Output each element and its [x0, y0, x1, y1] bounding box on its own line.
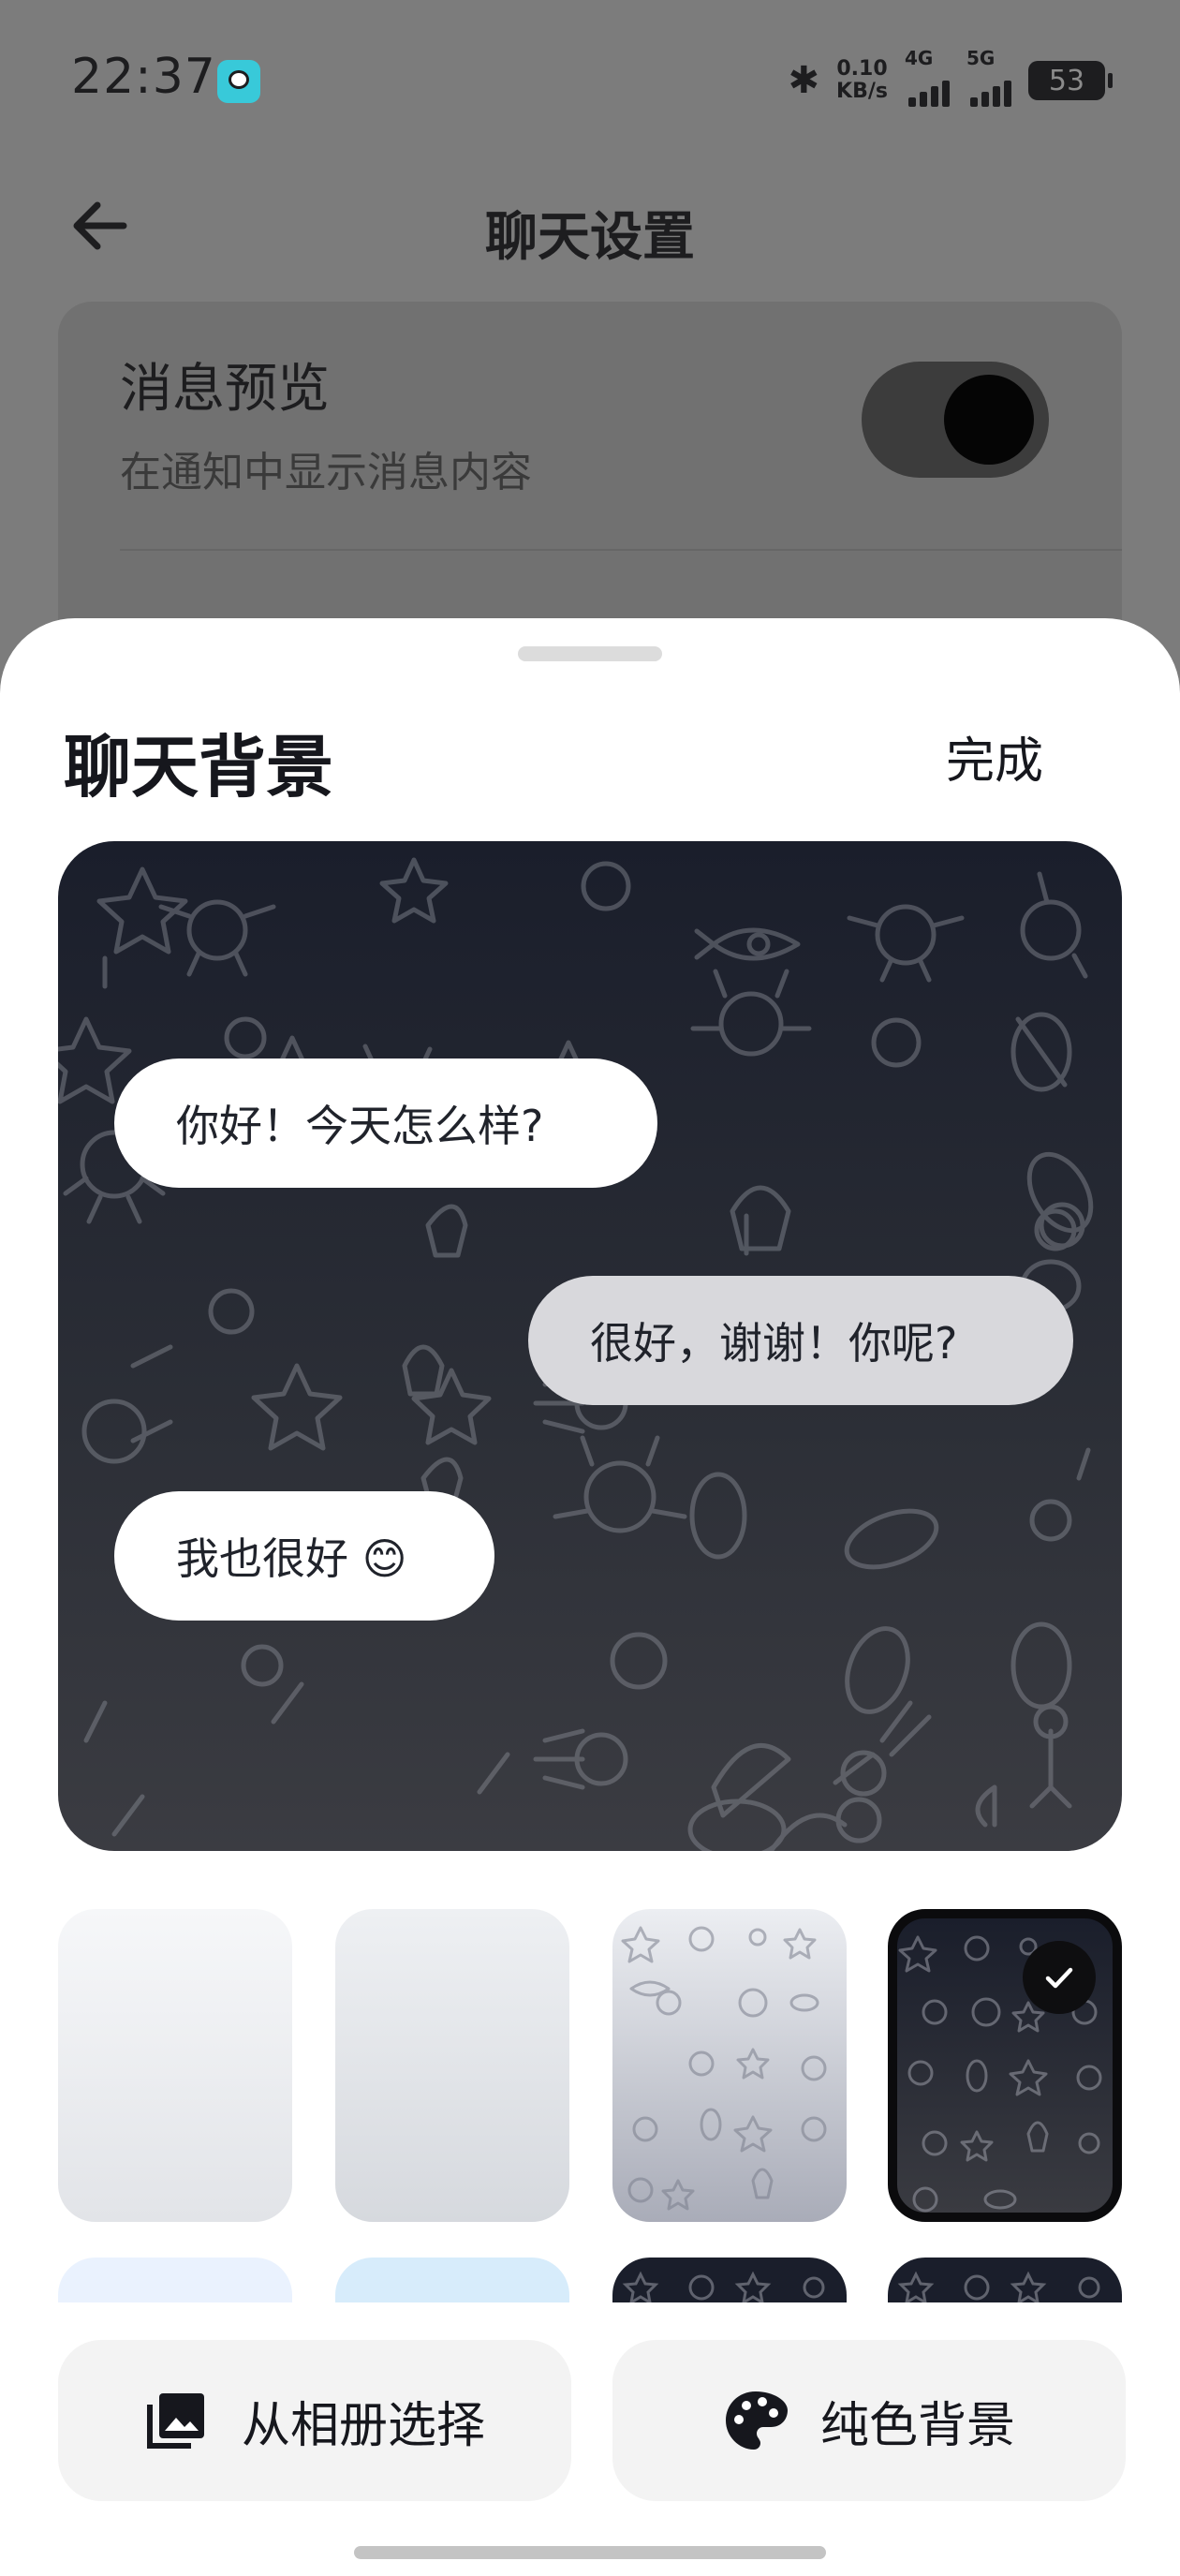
- sheet-title: 聊天背景: [64, 728, 334, 807]
- done-button[interactable]: 完成: [946, 721, 1043, 792]
- signal-5g-label: 5G: [966, 47, 996, 69]
- choose-from-album-label: 从相册选择: [241, 2397, 485, 2454]
- status-bar: 22:37 ✱ 0.10 KB/s 4G 5G 53: [0, 0, 1180, 159]
- toggle-knob: [944, 375, 1034, 465]
- preview-bubble-incoming: 我也很好 😊: [114, 1491, 494, 1621]
- chat-app-notification-icon: [217, 60, 260, 103]
- choose-from-album-button[interactable]: 从相册选择: [58, 2340, 571, 2501]
- photo-album-icon: [146, 2393, 204, 2449]
- battery-level: 53: [1048, 64, 1085, 97]
- page-title: 聊天设置: [485, 207, 695, 268]
- selected-check-badge: [1023, 1941, 1096, 2014]
- message-preview-toggle[interactable]: [862, 362, 1049, 478]
- solid-color-background-label: 纯色背景: [819, 2397, 1015, 2454]
- network-speed: 0.10 KB/s: [836, 58, 888, 103]
- preview-bubble-outgoing: 很好，谢谢！你呢?: [528, 1276, 1073, 1405]
- signal-4g-icon: 4G: [905, 47, 950, 107]
- battery-icon: 53: [1028, 61, 1113, 100]
- bluetooth-icon: ✱: [788, 59, 820, 102]
- solid-color-background-button[interactable]: 纯色背景: [612, 2340, 1126, 2501]
- preview-bubble-incoming: 你好！今天怎么样?: [114, 1059, 657, 1188]
- background-option-doodle-light[interactable]: [612, 1909, 847, 2222]
- palette-icon: [725, 2391, 788, 2450]
- checkmark-icon: [1045, 1967, 1073, 1989]
- message-preview-title: 消息预览: [120, 359, 330, 420]
- home-indicator[interactable]: [354, 2546, 826, 2559]
- signal-4g-label: 4G: [905, 47, 934, 69]
- divider: [120, 549, 1122, 551]
- background-option-plain-light[interactable]: [58, 1909, 292, 2222]
- status-time: 22:37: [71, 49, 216, 105]
- signal-5g-icon: 5G: [966, 47, 1011, 107]
- background-option-doodle-dark[interactable]: [888, 1909, 1122, 2222]
- system-icons: ✱ 0.10 KB/s 4G 5G 53: [788, 47, 1113, 109]
- network-speed-unit: KB/s: [836, 80, 888, 103]
- doodle-thumbnail-pattern: [621, 1926, 827, 2211]
- message-preview-subtitle: 在通知中显示消息内容: [120, 449, 532, 496]
- chat-background-sheet: 聊天背景 完成 你好！今天怎么样? 很好，谢谢！你呢? 我也很好 😊 从相册选择…: [0, 618, 1180, 2576]
- network-speed-value: 0.10: [836, 57, 888, 81]
- top-navigation: 聊天设置: [0, 178, 1180, 272]
- background-option-plain-grey[interactable]: [335, 1909, 569, 2222]
- sheet-drag-handle[interactable]: [518, 646, 662, 661]
- background-preview: 你好！今天怎么样? 很好，谢谢！你呢? 我也很好 😊: [58, 841, 1122, 1851]
